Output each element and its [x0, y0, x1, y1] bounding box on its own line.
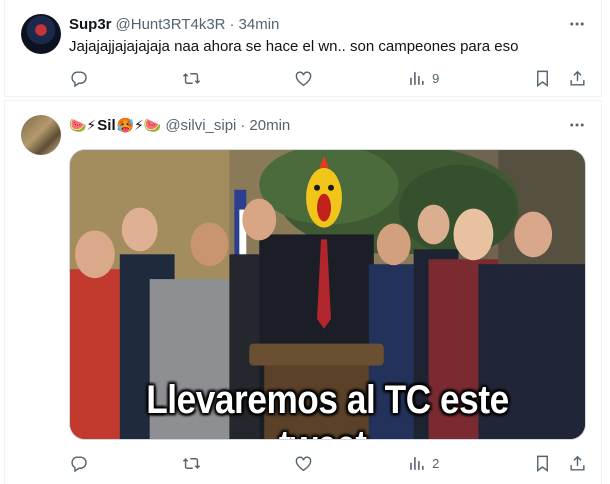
bookmark-button[interactable] [533, 454, 552, 473]
display-name[interactable]: 🍉⚡ Sil 🥵⚡🍉 [69, 117, 161, 134]
media-caption: Llevaremos al TC este tweet. [146, 378, 509, 439]
views-icon [410, 71, 424, 85]
tweet[interactable]: Sup3r @Hunt3RT4k3R · 34min Jajajajjajaja… [4, 0, 602, 97]
retweet-button[interactable] [182, 454, 201, 473]
share-button[interactable] [568, 69, 587, 88]
bookmark-icon [537, 455, 548, 472]
reply-icon [71, 70, 87, 87]
views-count: 9 [432, 70, 440, 86]
user-handle[interactable]: @silvi_sipi [165, 117, 236, 134]
like-button[interactable] [294, 69, 313, 88]
separator: · [229, 15, 235, 33]
retweet-button[interactable] [182, 69, 201, 88]
reply-button[interactable] [69, 454, 88, 473]
like-icon [296, 455, 312, 471]
share-group [533, 454, 587, 473]
user-handle[interactable]: @Hunt3RT4k3R [116, 16, 226, 33]
share-button[interactable] [568, 454, 587, 473]
more-icon[interactable] [567, 115, 587, 135]
avatar[interactable] [21, 14, 61, 54]
bookmark-icon [537, 70, 548, 87]
bookmark-button[interactable] [533, 69, 552, 88]
avatar[interactable] [21, 115, 61, 155]
like-icon [296, 70, 312, 86]
tweet-media-image[interactable]: Llevaremos al TC este tweet. [69, 149, 586, 440]
name-prefix-emoji: 🍉⚡ [69, 116, 97, 133]
views-icon [410, 456, 424, 470]
tweet[interactable]: 🍉⚡ Sil 🥵⚡🍉 @silvi_sipi · 20min Llevaremo… [4, 100, 602, 484]
tweet-header: Sup3r @Hunt3RT4k3R · 34min [69, 14, 279, 34]
like-button[interactable] [294, 454, 313, 473]
reply-icon [71, 455, 87, 472]
retweet-icon [182, 72, 200, 84]
timestamp[interactable]: 34min [239, 16, 280, 33]
share-icon [570, 70, 585, 86]
action-bar: 9 [69, 68, 587, 88]
reply-button[interactable] [69, 69, 88, 88]
action-bar: 2 [69, 453, 587, 473]
tweet-header: 🍉⚡ Sil 🥵⚡🍉 @silvi_sipi · 20min [69, 115, 290, 135]
retweet-icon [182, 457, 200, 469]
separator: · [240, 116, 246, 134]
views-count: 2 [432, 455, 440, 471]
views-button[interactable]: 9 [407, 69, 439, 88]
views-button[interactable]: 2 [407, 454, 439, 473]
display-name[interactable]: Sup3r [69, 16, 112, 33]
display-name-text: Sil [97, 116, 116, 134]
share-icon [570, 455, 585, 471]
tweet-text: Jajajajjajajajaja naa ahora se hace el w… [69, 38, 519, 55]
timestamp[interactable]: 20min [249, 117, 290, 134]
name-suffix-emoji: 🥵⚡🍉 [116, 116, 162, 133]
more-icon[interactable] [567, 14, 587, 34]
share-group [533, 69, 587, 88]
